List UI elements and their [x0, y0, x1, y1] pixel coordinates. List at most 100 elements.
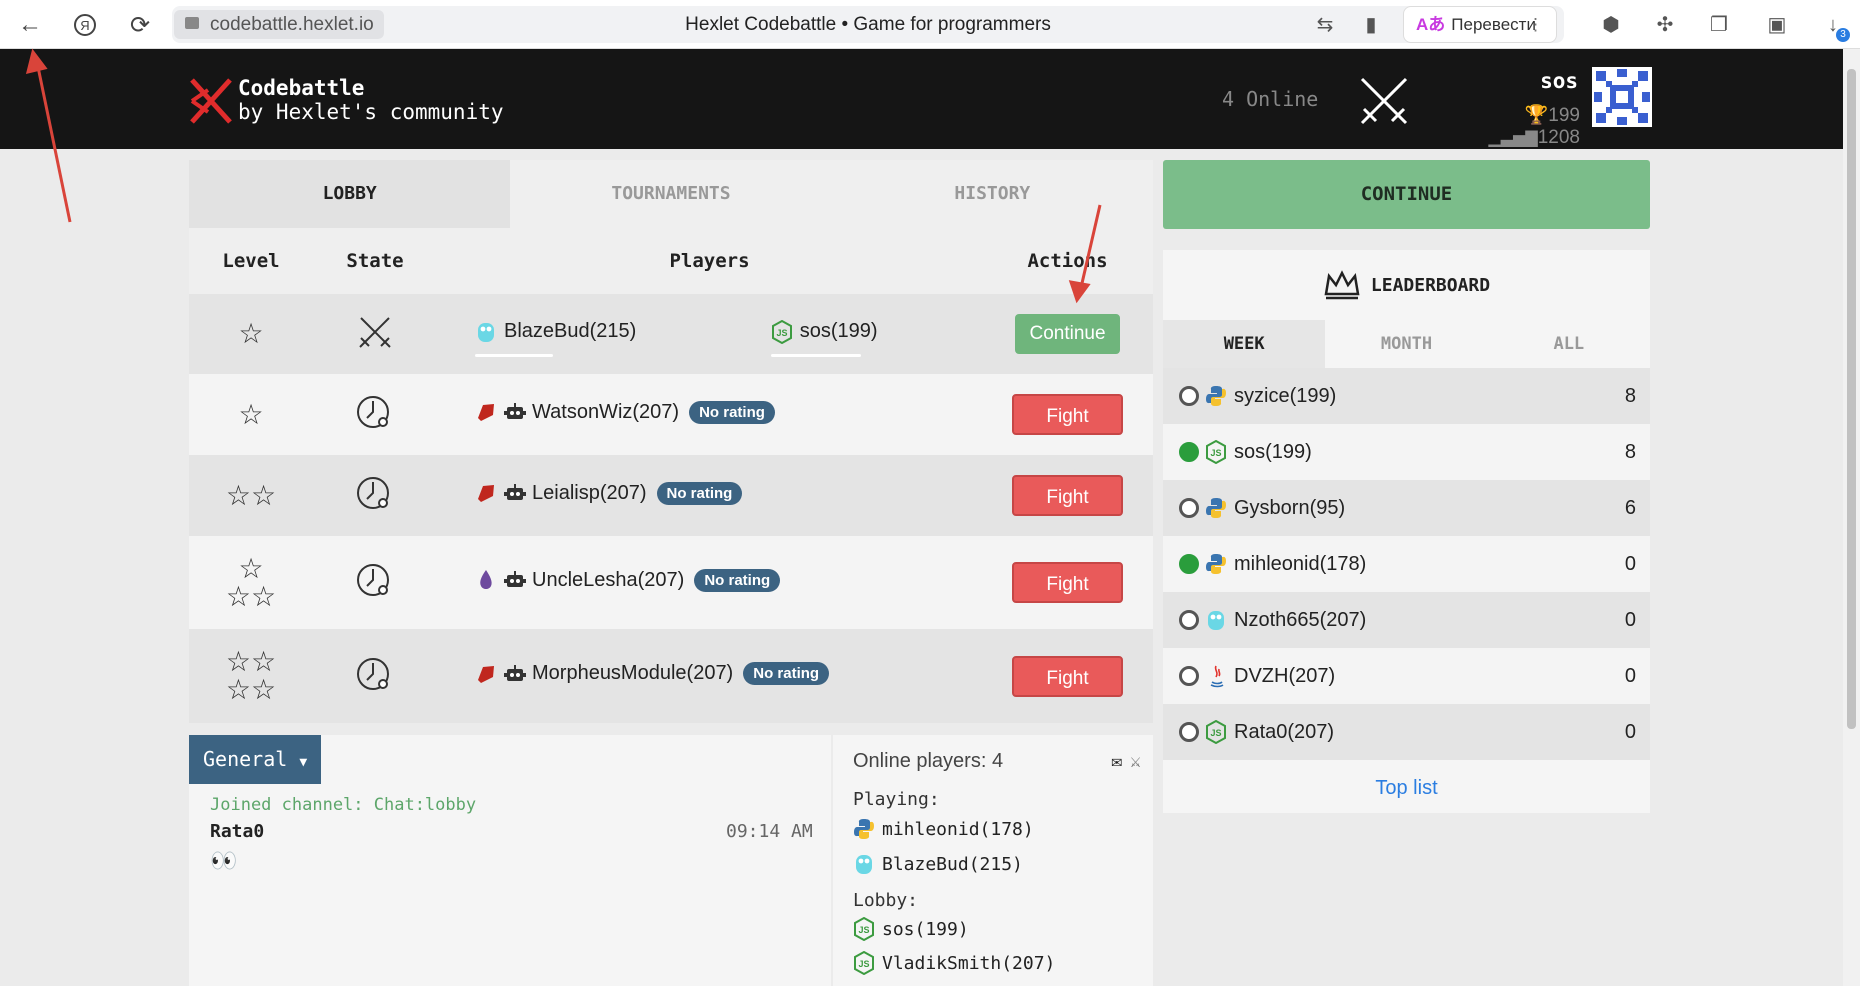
collections-icon[interactable]: ❐ [1706, 12, 1732, 38]
tab-month[interactable]: MONTH [1325, 320, 1487, 368]
leaderboard-score: 8 [1624, 440, 1636, 463]
bookmark-icon[interactable]: ▮ [1358, 12, 1384, 38]
channel-label: General [203, 747, 288, 771]
leaderboard-player: Gysborn(95) [1234, 496, 1346, 519]
scrollbar-thumb[interactable] [1847, 69, 1856, 729]
leaderboard-player: sos(199) [1234, 440, 1312, 463]
no-rating-badge: No rating [743, 662, 830, 685]
svg-text:JS: JS [858, 959, 869, 969]
leaderboard-score: 0 [1624, 664, 1636, 687]
online-player[interactable]: JS sos(199) [853, 917, 969, 941]
leaderboard-row[interactable]: Nzoth665(207) 0 [1163, 592, 1650, 648]
player-link[interactable]: UncleLesha(207) No rating [475, 568, 781, 592]
online-count: 4 Online [1222, 87, 1319, 111]
continue-button[interactable]: CONTINUE [1163, 160, 1650, 229]
leaderboard-score: 0 [1624, 720, 1636, 743]
crossed-swords-icon[interactable] [1354, 71, 1414, 131]
envelope-icon[interactable]: ✉ [1111, 751, 1122, 772]
player-link[interactable]: WatsonWiz(207) No rating [475, 400, 775, 424]
chart-icon: ▁▃▅▇ [1488, 130, 1538, 147]
yandex-icon[interactable]: Я [70, 10, 100, 40]
ruby-icon [478, 665, 494, 683]
leaderboard-title: LEADERBOARD [1163, 250, 1650, 320]
col-players: Players [669, 250, 750, 272]
joined-channel-notice: Joined channel: Chat:lobby [210, 795, 477, 815]
state-cell [313, 473, 437, 518]
extensions-icon[interactable]: ✣ [1652, 12, 1678, 38]
leaderboard-row[interactable]: Gysborn(95) 6 [1163, 480, 1650, 536]
online-player[interactable]: mihleonid(178) [853, 817, 1034, 841]
leaderboard-row[interactable]: mihleonid(178) 0 [1163, 536, 1650, 592]
state-cell [313, 392, 437, 437]
codebattle-logo-icon[interactable] [188, 76, 234, 126]
top-list-link[interactable]: Top list [1163, 760, 1650, 816]
player-link[interactable]: Leialisp(207) No rating [475, 481, 743, 505]
downloads-icon[interactable]: ↓ 3 [1820, 12, 1850, 42]
message-text: 👀 [210, 848, 238, 873]
message-author[interactable]: Rata0 [210, 821, 264, 842]
level-stars: ☆ ☆☆ [189, 554, 313, 611]
svg-text:JS: JS [1210, 448, 1221, 458]
message-time: 09:14 AM [726, 821, 813, 842]
actions-cell: Fight [982, 562, 1153, 603]
leaderboard: LEADERBOARD WEEK MONTH ALL syzice(199) 8… [1163, 250, 1650, 813]
actions-cell: Fight [982, 394, 1153, 435]
online-player[interactable]: JS VladikSmith(207) [853, 951, 1055, 975]
online-players-panel: Online players: 4 ✉ ⚔ Playing: mihleonid… [833, 735, 1153, 986]
star-icon: ☆☆ [225, 479, 277, 511]
actions-cell: Fight [982, 475, 1153, 516]
tab-tournaments[interactable]: TOURNAMENTS [510, 160, 831, 228]
python-icon [1206, 498, 1226, 518]
leaderboard-row[interactable]: JS Rata0(207) 0 [1163, 704, 1650, 760]
player-name: BlazeBud(215) [504, 320, 637, 342]
players-cell: MorpheusModule(207) No rating [437, 662, 982, 691]
player-link[interactable]: JS sos(199) [770, 319, 878, 357]
players-cell: Leialisp(207) No rating [437, 481, 982, 510]
logo-text[interactable]: Codebattle by Hexlet's community [238, 76, 504, 124]
online-player-name: mihleonid(178) [882, 818, 1034, 840]
tab-history[interactable]: HISTORY [832, 160, 1153, 228]
leaderboard-row[interactable]: syzice(199) 8 [1163, 368, 1650, 424]
table-body: ☆ BlazeBud(215) JS sos(199) Continue ☆ W… [189, 294, 1153, 723]
continue-game-button[interactable]: Continue [1015, 314, 1120, 354]
java-icon [1210, 665, 1224, 688]
no-rating-badge: No rating [656, 481, 743, 505]
player-link[interactable]: BlazeBud(215) [475, 320, 637, 357]
fight-button[interactable]: Fight [1012, 655, 1123, 697]
user-name[interactable]: sos [1512, 69, 1578, 93]
waiting-clock-icon [357, 477, 389, 509]
leaderboard-player: mihleonid(178) [1234, 552, 1367, 575]
player-link[interactable]: MorpheusModule(207) No rating [475, 662, 830, 686]
channel-dropdown[interactable]: General ▼ [189, 735, 321, 784]
player-underline [770, 353, 861, 357]
crossed-swords-icon[interactable]: ⚔ [1130, 751, 1141, 772]
translate-button[interactable]: Аあ Перевести ⋮ [1403, 6, 1557, 43]
fight-button[interactable]: Fight [1012, 394, 1123, 435]
translate-page-icon[interactable]: ⇆ [1312, 12, 1338, 38]
player-name: WatsonWiz(207) [532, 400, 680, 423]
nodejs-icon: JS [854, 917, 874, 941]
page-scrollbar[interactable] [1843, 49, 1860, 986]
leaderboard-score: 8 [1624, 384, 1636, 407]
col-actions: Actions [1027, 250, 1108, 272]
fight-button[interactable]: Fight [1012, 475, 1123, 516]
table-row: ☆ BlazeBud(215) JS sos(199) Continue [189, 294, 1153, 374]
reload-icon[interactable]: ⟳ [125, 10, 155, 40]
tab-week[interactable]: WEEK [1163, 320, 1326, 368]
offline-status-icon [1179, 386, 1199, 406]
address-bar[interactable]: codebattle.hexlet.io Hexlet Codebattle •… [172, 6, 1564, 43]
player-name: Leialisp(207) [532, 481, 647, 504]
leaderboard-score: 6 [1624, 496, 1636, 519]
players-cell: BlazeBud(215) JS sos(199) [437, 319, 982, 357]
tab-all[interactable]: ALL [1488, 320, 1650, 368]
leaderboard-row[interactable]: DVZH(207) 0 [1163, 648, 1650, 704]
profile-extension-icon[interactable]: ▣ [1764, 12, 1790, 38]
fight-button[interactable]: Fight [1012, 562, 1123, 603]
back-icon[interactable]: ← [15, 10, 45, 40]
shield-icon[interactable]: ⬢ [1598, 12, 1624, 38]
leaderboard-row[interactable]: JS sos(199) 8 [1163, 424, 1650, 480]
online-player[interactable]: BlazeBud(215) [853, 852, 1023, 876]
tab-lobby[interactable]: LOBBY [189, 160, 511, 228]
avatar[interactable] [1592, 67, 1652, 127]
players-cell: WatsonWiz(207) No rating [437, 400, 982, 429]
